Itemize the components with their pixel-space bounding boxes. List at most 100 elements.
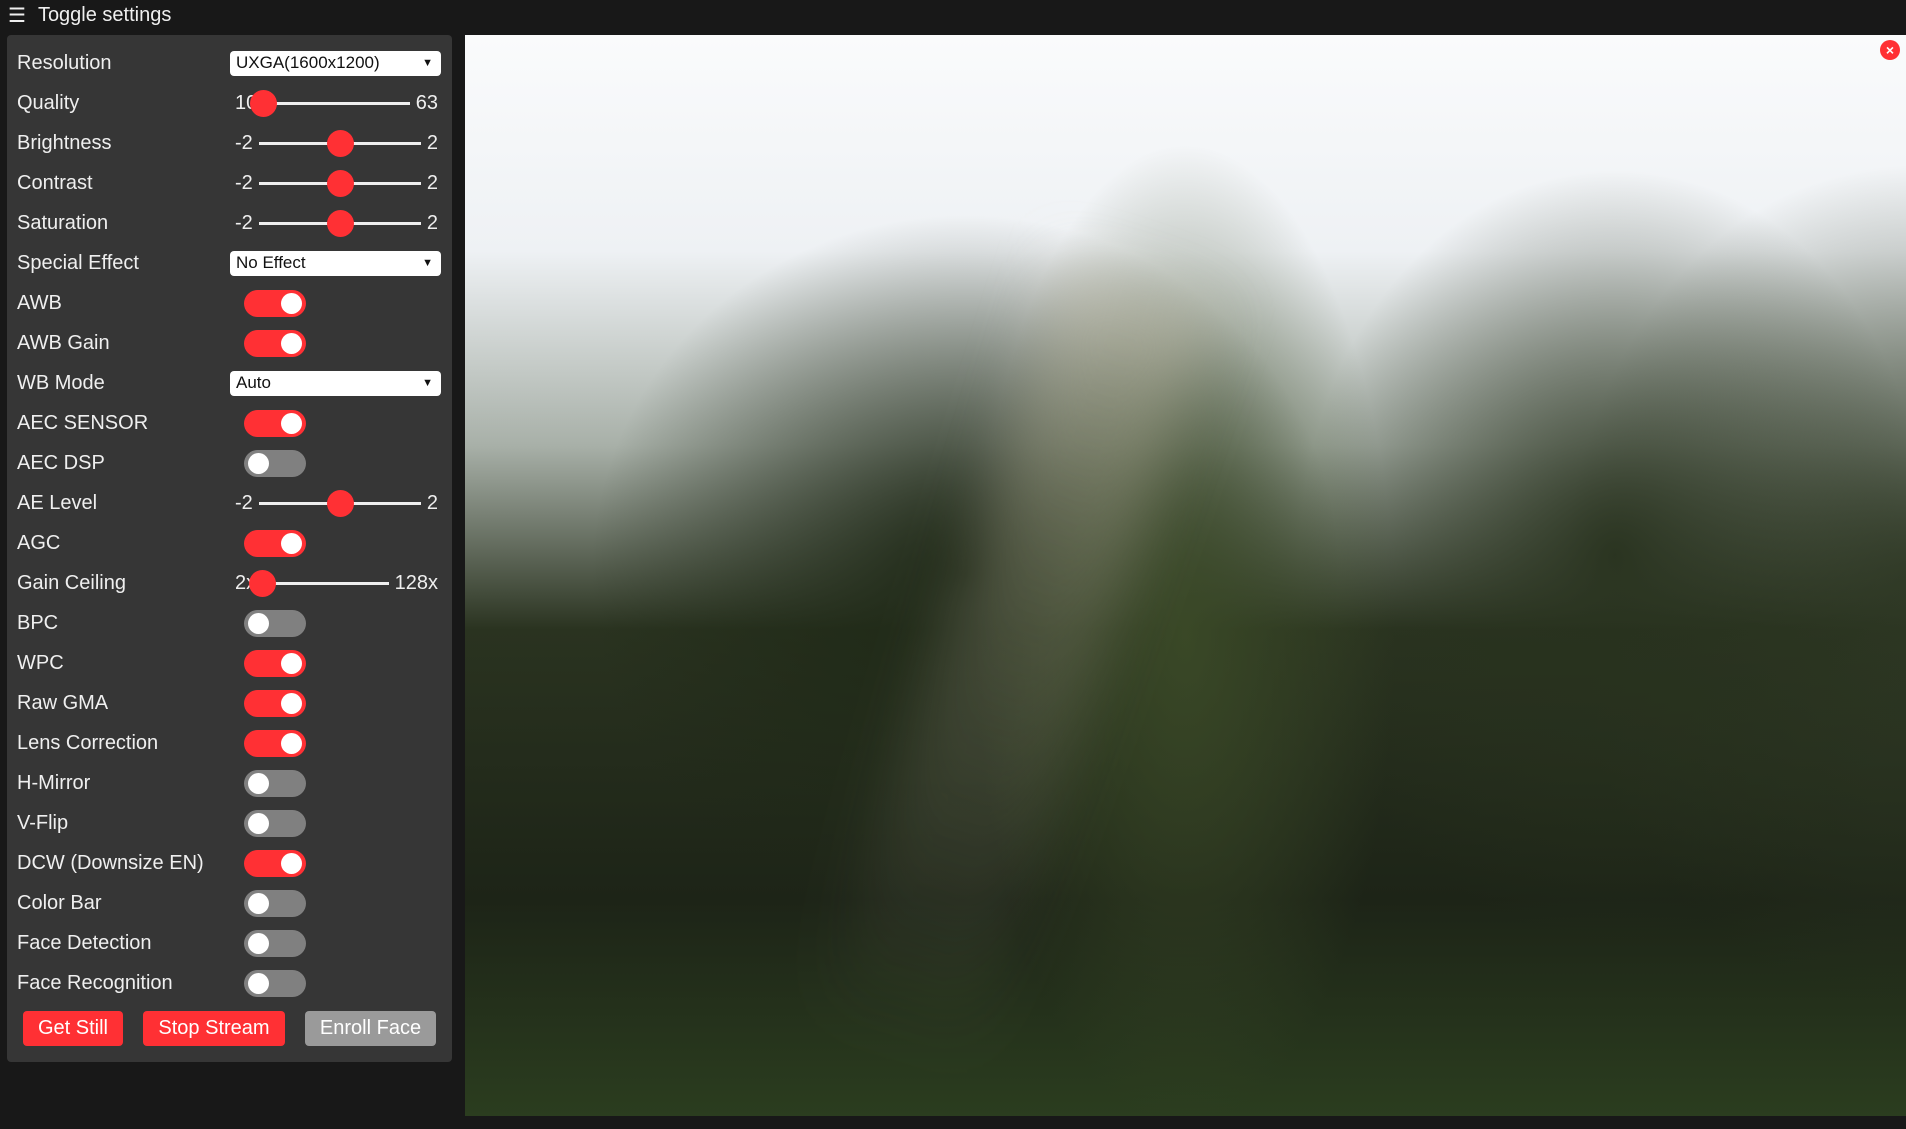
slider-thumb[interactable] [326, 129, 354, 157]
slider-track[interactable] [258, 169, 421, 197]
saturation-slider[interactable]: -2 2 [235, 208, 438, 238]
control-ae-level: AE Level -2 2 [7, 483, 452, 523]
control-aec-dsp: AEC DSP [7, 443, 452, 483]
raw-gma-toggle[interactable] [244, 689, 306, 717]
control-label: AWB Gain [17, 331, 110, 354]
stream-image [465, 35, 1906, 1116]
control-label: Saturation [17, 211, 109, 234]
slider-thumb[interactable] [326, 169, 354, 197]
slider-min: -2 [235, 211, 253, 234]
control-label: Face Detection [17, 931, 152, 954]
stop-stream-button[interactable]: Stop Stream [143, 1011, 285, 1046]
toggle-knob [281, 692, 302, 714]
resolution-select[interactable]: UXGA(1600x1200) ▼ [230, 50, 441, 76]
control-label: Brightness [17, 131, 112, 154]
control-bpc: BPC [7, 603, 452, 643]
special-effect-select[interactable]: No Effect ▼ [230, 250, 441, 276]
control-quality: Quality 10 63 [7, 83, 452, 123]
control-v-flip: V-Flip [7, 803, 452, 843]
v-flip-toggle[interactable] [244, 809, 306, 837]
select-value: No Effect [236, 253, 306, 272]
enroll-face-button[interactable]: Enroll Face [305, 1011, 436, 1046]
agc-toggle[interactable] [244, 529, 306, 557]
control-awb: AWB [7, 283, 452, 323]
slider-track[interactable] [250, 89, 410, 117]
control-aec-sensor: AEC SENSOR [7, 403, 452, 443]
control-h-mirror: H-Mirror [7, 763, 452, 803]
slider-track[interactable] [249, 569, 389, 597]
toggle-knob [281, 852, 302, 874]
h-mirror-toggle[interactable] [244, 769, 306, 797]
toggle-knob [281, 292, 302, 314]
slider-max: 2 [426, 491, 438, 514]
control-brightness: Brightness -2 2 [7, 123, 452, 163]
aec-dsp-toggle[interactable] [244, 449, 306, 477]
slider-thumb[interactable] [250, 89, 278, 117]
get-still-button[interactable]: Get Still [23, 1011, 123, 1046]
control-label: Quality [17, 91, 80, 114]
control-label: BPC [17, 611, 59, 634]
control-label: Color Bar [17, 891, 102, 914]
light-flare [815, 259, 1215, 1071]
toggle-knob [248, 772, 269, 794]
awb-gain-toggle[interactable] [244, 329, 306, 357]
awb-toggle[interactable] [244, 289, 306, 317]
control-label: Resolution [17, 51, 112, 74]
wb-mode-select[interactable]: Auto ▼ [230, 370, 441, 396]
slider-min: -2 [235, 491, 253, 514]
toggle-knob [248, 812, 269, 834]
slider-thumb[interactable] [326, 209, 354, 237]
slider-max: 2 [426, 211, 438, 234]
face-detection-toggle[interactable] [244, 929, 306, 957]
control-raw-gma: Raw GMA [7, 683, 452, 723]
bpc-toggle[interactable] [244, 609, 306, 637]
toggle-settings-label: Toggle settings [37, 3, 172, 26]
toggle-knob [281, 332, 302, 354]
control-label: AEC SENSOR [17, 411, 149, 434]
control-label: AWB [17, 291, 62, 314]
slider-thumb[interactable] [249, 569, 277, 597]
lens-correction-toggle[interactable] [244, 729, 306, 757]
slider-min: -2 [235, 171, 253, 194]
control-label: Face Recognition [17, 971, 173, 994]
aec-sensor-toggle[interactable] [244, 409, 306, 437]
settings-panel: Resolution UXGA(1600x1200) ▼ Quality 10 63 Bri… [7, 35, 452, 1062]
brightness-slider[interactable]: -2 2 [235, 128, 438, 158]
control-wpc: WPC [7, 643, 452, 683]
control-label: Contrast [17, 171, 93, 194]
slider-track[interactable] [258, 489, 421, 517]
quality-slider[interactable]: 10 63 [235, 88, 438, 118]
toggle-knob [248, 932, 269, 954]
contrast-slider[interactable]: -2 2 [235, 168, 438, 198]
control-label: Lens Correction [17, 731, 159, 754]
toggle-settings[interactable]: ☰ Toggle settings [0, 0, 171, 30]
slider-track[interactable] [258, 209, 421, 237]
select-value: Auto [236, 373, 271, 392]
control-label: AE Level [17, 491, 98, 514]
slider-thumb[interactable] [326, 489, 354, 517]
toggle-knob [248, 972, 269, 994]
color-bar-toggle[interactable] [244, 889, 306, 917]
control-label: WPC [17, 651, 64, 674]
dropdown-arrow-icon: ▼ [422, 377, 433, 389]
ae-level-slider[interactable]: -2 2 [235, 488, 438, 518]
toggle-knob [281, 412, 302, 434]
dcw-downsize-en-toggle[interactable] [244, 849, 306, 877]
control-contrast: Contrast -2 2 [7, 163, 452, 203]
control-resolution: Resolution UXGA(1600x1200) ▼ [7, 43, 452, 83]
slider-track[interactable] [258, 129, 421, 157]
gain-ceiling-slider[interactable]: 2x 128x [235, 568, 438, 598]
wpc-toggle[interactable] [244, 649, 306, 677]
slider-max: 2 [426, 171, 438, 194]
control-face-detection: Face Detection [7, 923, 452, 963]
control-label: AEC DSP [17, 451, 105, 474]
control-label: H-Mirror [17, 771, 91, 794]
hamburger-icon: ☰ [8, 4, 26, 27]
toggle-knob [248, 452, 269, 474]
face-recognition-toggle[interactable] [244, 969, 306, 997]
select-value: UXGA(1600x1200) [236, 53, 380, 72]
control-label: Raw GMA [17, 691, 109, 714]
dropdown-arrow-icon: ▼ [422, 257, 433, 269]
close-icon[interactable]: × [1880, 40, 1900, 60]
control-lens-correction: Lens Correction [7, 723, 452, 763]
